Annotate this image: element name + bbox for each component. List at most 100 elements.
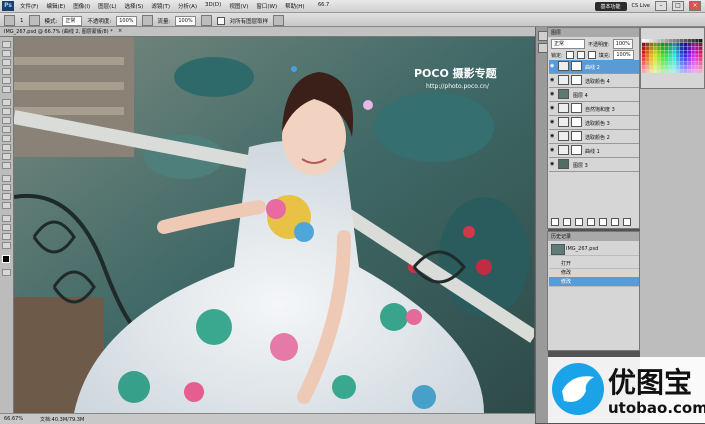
- swatch-cell[interactable]: [642, 69, 646, 73]
- swatch-cell[interactable]: [680, 42, 684, 47]
- swatch-cell[interactable]: [645, 65, 650, 69]
- swatch-cell[interactable]: [645, 54, 650, 58]
- menu-analysis[interactable]: 分析(A): [178, 2, 197, 10]
- swatch-cell[interactable]: [664, 46, 669, 50]
- zoom-level-readout[interactable]: 66.7: [318, 2, 329, 8]
- swatch-cell[interactable]: [695, 69, 699, 73]
- healing-brush-tool-icon[interactable]: [2, 99, 11, 106]
- marquee-tool-icon[interactable]: [2, 50, 11, 57]
- swatch-cell[interactable]: [691, 58, 695, 62]
- pen-tool-icon[interactable]: [2, 175, 11, 182]
- fill-input[interactable]: 100%: [613, 50, 634, 60]
- close-icon[interactable]: ×: [689, 1, 701, 11]
- history-step[interactable]: 修改: [549, 277, 639, 287]
- swatch-cell[interactable]: [668, 65, 672, 69]
- quick-select-tool-icon[interactable]: [2, 68, 11, 75]
- swatch-cell[interactable]: [672, 50, 676, 54]
- layer-row[interactable]: ◉ 图层 3: [549, 158, 639, 172]
- document-canvas[interactable]: POCO 摄影专题 http://photo.poco.cn/: [14, 37, 534, 413]
- swatch-cell[interactable]: [664, 42, 669, 47]
- layer-row[interactable]: ◉ 选取颜色 4: [549, 74, 639, 88]
- menu-image[interactable]: 图像(I): [73, 2, 90, 10]
- swatch-cell[interactable]: [695, 42, 699, 47]
- swatch-cell[interactable]: [691, 69, 695, 73]
- swatch-cell[interactable]: [699, 46, 703, 50]
- swatch-cell[interactable]: [649, 39, 653, 43]
- new-group-icon[interactable]: [599, 218, 607, 226]
- swatch-grid[interactable]: [641, 28, 704, 88]
- swatch-cell[interactable]: [687, 65, 691, 69]
- swatch-cell[interactable]: [691, 54, 695, 58]
- dodge-tool-icon[interactable]: [2, 162, 11, 169]
- menu-edit[interactable]: 编辑(E): [46, 2, 65, 10]
- swatch-cell[interactable]: [664, 50, 669, 54]
- layer-row[interactable]: ◉ 选取颜色 3: [549, 116, 639, 130]
- swatch-cell[interactable]: [683, 54, 688, 58]
- history-brush-tool-icon[interactable]: [2, 126, 11, 133]
- swatch-cell[interactable]: [676, 69, 680, 73]
- swatch-cell[interactable]: [687, 50, 691, 54]
- lock-all-icon[interactable]: [587, 51, 596, 59]
- swatch-cell[interactable]: [680, 61, 684, 66]
- add-mask-icon[interactable]: [575, 218, 583, 226]
- swatch-cell[interactable]: [661, 61, 665, 66]
- menu-filter[interactable]: 滤镜(T): [151, 2, 170, 10]
- layer-mask-thumbnail[interactable]: [571, 103, 582, 113]
- swatch-cell[interactable]: [645, 69, 650, 73]
- swatch-cell[interactable]: [672, 42, 676, 47]
- swatch-cell[interactable]: [657, 61, 661, 66]
- swatch-cell[interactable]: [687, 39, 691, 43]
- swatch-cell[interactable]: [699, 61, 703, 66]
- swatch-cell[interactable]: [664, 39, 669, 43]
- swatch-cell[interactable]: [695, 65, 699, 69]
- swatch-cell[interactable]: [691, 39, 695, 43]
- swatch-cell[interactable]: [676, 42, 680, 47]
- eye-icon[interactable]: ◉: [550, 105, 556, 111]
- swatch-cell[interactable]: [661, 65, 665, 69]
- swatch-cell[interactable]: [672, 39, 676, 43]
- minimize-icon[interactable]: –: [655, 1, 667, 11]
- swatch-cell[interactable]: [657, 58, 661, 62]
- new-adjustment-icon[interactable]: [587, 218, 595, 226]
- swatch-cell[interactable]: [645, 58, 650, 62]
- swatch-cell[interactable]: [699, 50, 703, 54]
- swatch-cell[interactable]: [668, 54, 672, 58]
- swatch-cell[interactable]: [653, 39, 657, 43]
- swatch-cell[interactable]: [672, 65, 676, 69]
- swatch-cell[interactable]: [668, 39, 672, 43]
- swatch-cell[interactable]: [699, 54, 703, 58]
- maximize-icon[interactable]: □: [672, 1, 684, 11]
- swatch-cell[interactable]: [680, 46, 684, 50]
- swatch-cell[interactable]: [657, 39, 661, 43]
- swatch-cell[interactable]: [687, 54, 691, 58]
- status-zoom[interactable]: 66.67%: [4, 416, 23, 422]
- swatch-cell[interactable]: [661, 69, 665, 73]
- layer-row[interactable]: ◉ 选取颜色 2: [549, 130, 639, 144]
- swatch-cell[interactable]: [642, 65, 646, 69]
- blend-mode-select[interactable]: 正常: [551, 39, 585, 49]
- crop-tool-icon[interactable]: [2, 77, 11, 84]
- blur-tool-icon[interactable]: [2, 153, 11, 160]
- swatch-cell[interactable]: [695, 54, 699, 58]
- swatch-cell[interactable]: [653, 50, 657, 54]
- swatch-cell[interactable]: [699, 69, 703, 73]
- swatch-cell[interactable]: [680, 39, 684, 43]
- swatch-cell[interactable]: [676, 58, 680, 62]
- move-tool-icon[interactable]: [2, 41, 11, 48]
- swatch-cell[interactable]: [699, 39, 703, 43]
- 3d-orbit-tool-icon[interactable]: [2, 224, 11, 231]
- swatch-cell[interactable]: [683, 58, 688, 62]
- brush-size-readout[interactable]: 1: [20, 18, 24, 24]
- swatch-cell[interactable]: [683, 50, 688, 54]
- swatch-cell[interactable]: [657, 65, 661, 69]
- layers-panel-tab[interactable]: 图层: [548, 28, 639, 37]
- swatch-cell[interactable]: [642, 50, 646, 54]
- zoom-tool-icon[interactable]: [2, 242, 11, 249]
- swatch-cell[interactable]: [691, 65, 695, 69]
- swatch-cell[interactable]: [695, 61, 699, 66]
- layer-mask-thumbnail[interactable]: [571, 117, 582, 127]
- swatch-cell[interactable]: [649, 46, 653, 50]
- path-select-tool-icon[interactable]: [2, 193, 11, 200]
- swatch-cell[interactable]: [695, 39, 699, 43]
- eye-icon[interactable]: ◉: [550, 119, 556, 125]
